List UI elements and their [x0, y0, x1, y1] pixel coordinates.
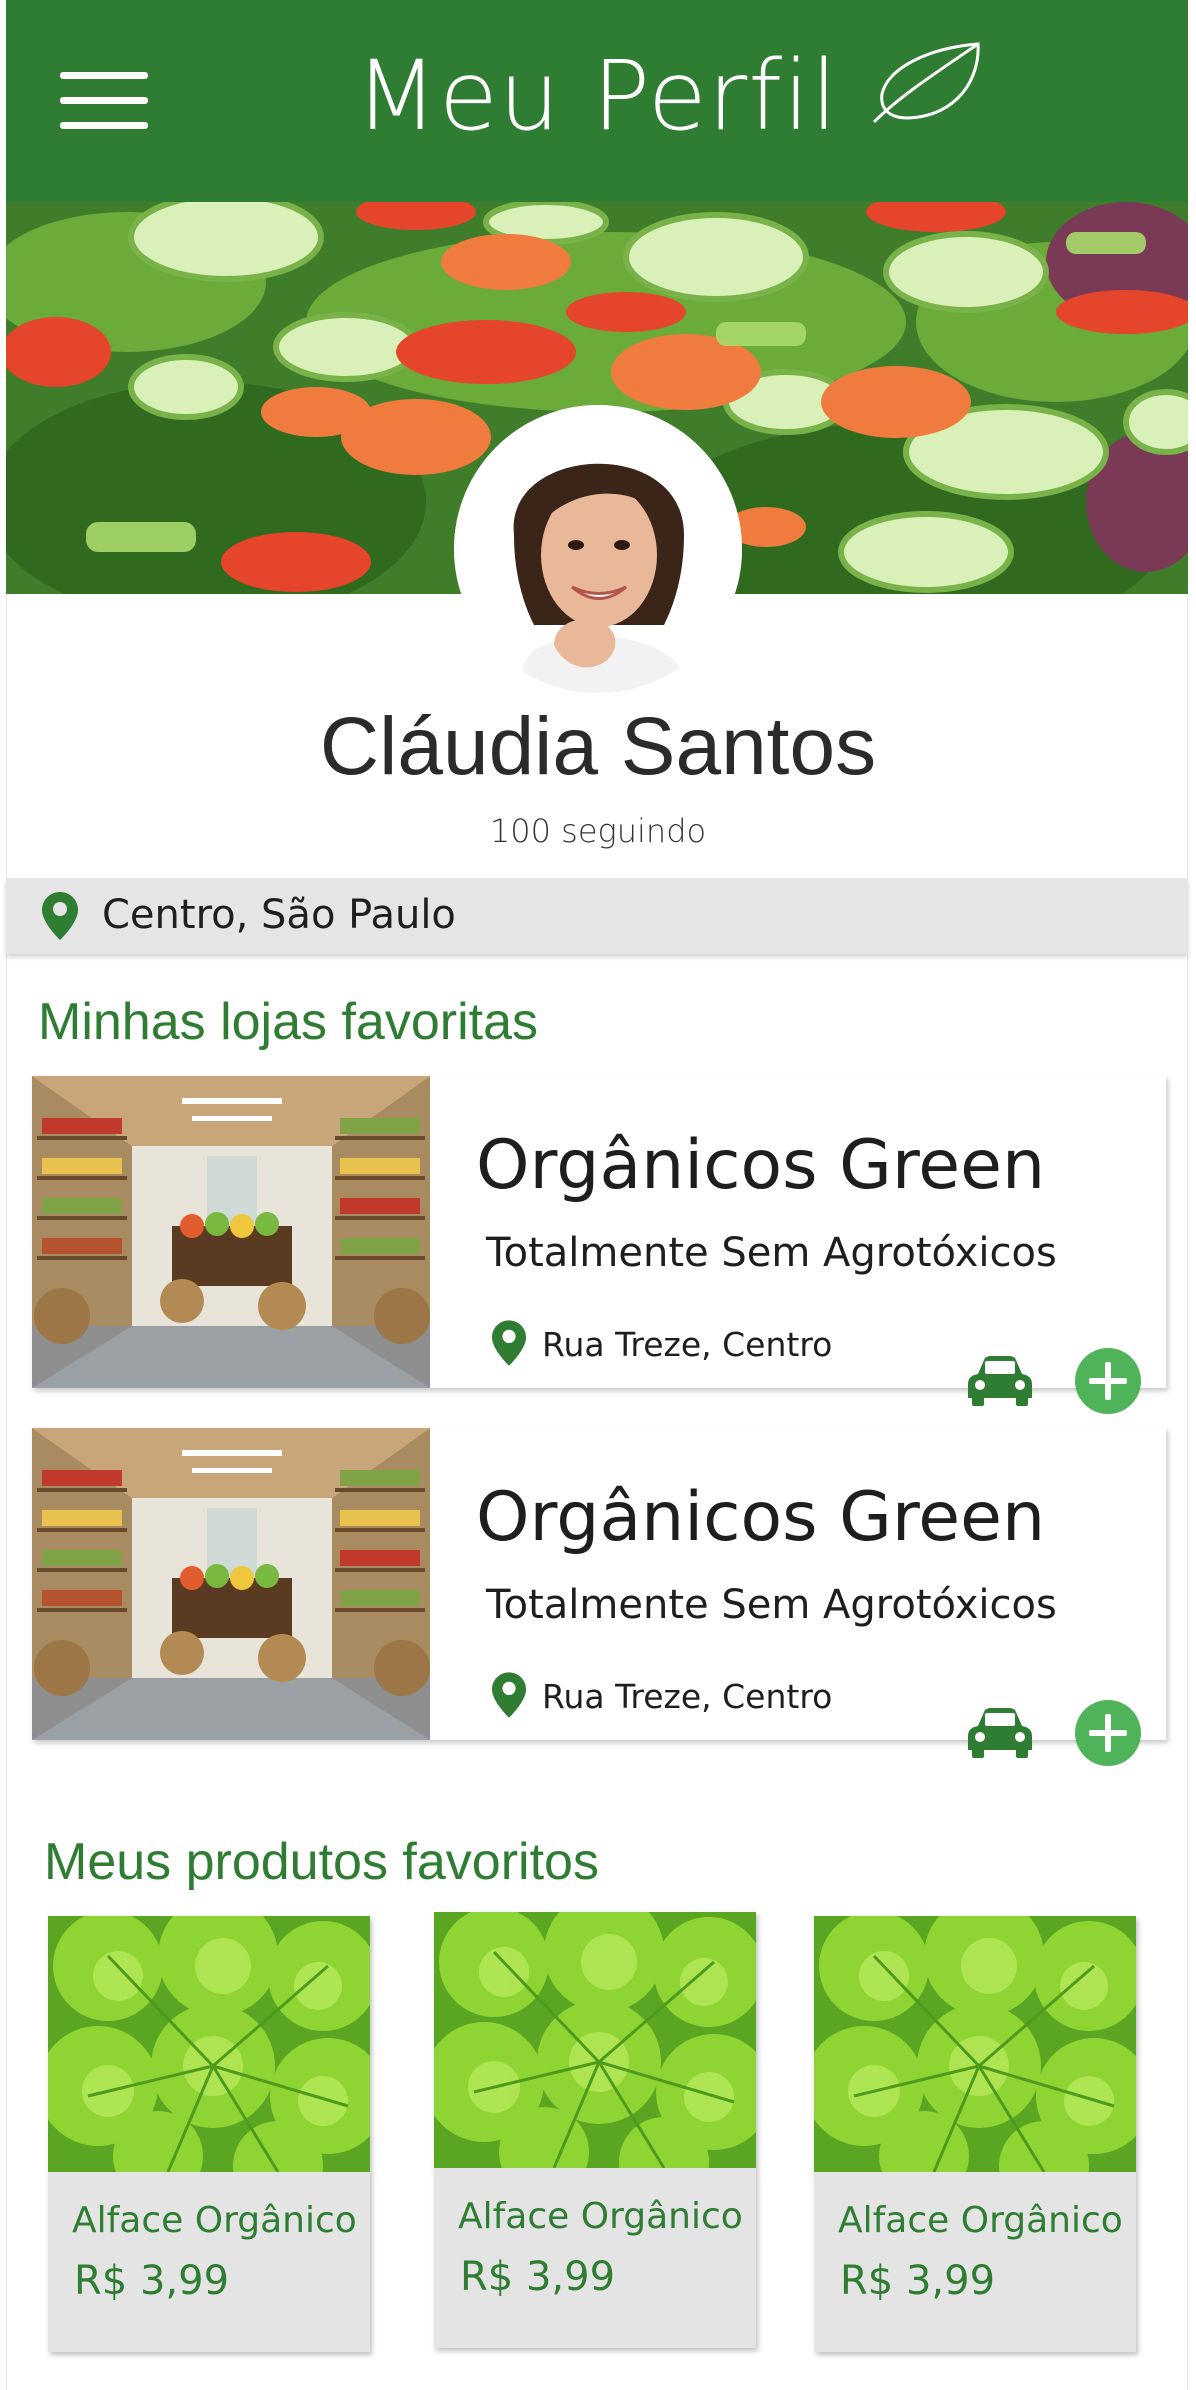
add-store-button[interactable] [1075, 1348, 1141, 1414]
product-image [48, 1916, 370, 2172]
car-icon[interactable] [968, 1354, 1032, 1406]
product-card[interactable]: Alface Orgânico R$ 3,99 [814, 1916, 1136, 2352]
product-image [434, 1912, 756, 2168]
product-name: Alface Orgânico [458, 2196, 743, 2237]
product-card[interactable]: Alface Orgânico R$ 3,99 [434, 1912, 756, 2348]
location-pin-icon [492, 1672, 526, 1718]
product-name: Alface Orgânico [72, 2200, 357, 2241]
store-description: Totalmente Sem Agrotóxicos [486, 1230, 1057, 1276]
store-description: Totalmente Sem Agrotóxicos [486, 1582, 1057, 1628]
car-icon[interactable] [968, 1706, 1032, 1758]
leaf-icon [872, 42, 980, 124]
store-name: Orgânicos Green [476, 1478, 1046, 1557]
store-address: Rua Treze, Centro [542, 1325, 833, 1364]
store-card[interactable]: Orgânicos Green Totalmente Sem Agrotóxic… [32, 1428, 1166, 1740]
product-name: Alface Orgânico [838, 2200, 1123, 2241]
product-image [814, 1916, 1136, 2172]
store-name: Orgânicos Green [476, 1126, 1046, 1205]
page-title: Meu Perfil [355, 40, 839, 152]
product-price: R$ 3,99 [840, 2258, 996, 2304]
store-card[interactable]: Orgânicos Green Totalmente Sem Agrotóxic… [32, 1076, 1166, 1388]
location-pin-icon [492, 1320, 526, 1366]
location-pin-icon [42, 892, 78, 940]
avatar[interactable] [454, 405, 742, 693]
stores-section-title: Minhas lojas favoritas [38, 993, 538, 1051]
products-section-title: Meus produtos favoritos [44, 1833, 599, 1891]
add-store-button[interactable] [1075, 1700, 1141, 1766]
product-card[interactable]: Alface Orgânico R$ 3,99 [48, 1916, 370, 2352]
profile-name: Cláudia Santos [319, 701, 877, 792]
following-count[interactable]: 100 seguindo [0, 812, 1196, 850]
product-price: R$ 3,99 [460, 2254, 616, 2300]
product-price: R$ 3,99 [74, 2258, 230, 2304]
location-bar[interactable]: Centro, São Paulo [6, 878, 1188, 954]
location-text: Centro, São Paulo [102, 892, 456, 938]
hamburger-menu-icon[interactable] [54, 66, 154, 136]
store-image [32, 1076, 430, 1388]
store-image [32, 1428, 430, 1740]
store-address: Rua Treze, Centro [542, 1677, 833, 1716]
